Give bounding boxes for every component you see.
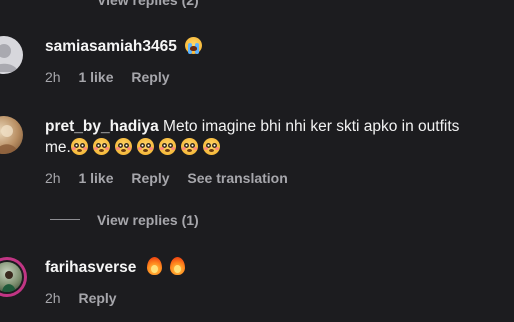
comment-meta: 2h Reply bbox=[45, 290, 131, 306]
flushed-face-icon bbox=[180, 138, 198, 155]
username[interactable]: samiasamiah3465 bbox=[45, 38, 177, 55]
fire-icon bbox=[169, 257, 185, 275]
username[interactable]: farihasverse bbox=[45, 259, 136, 276]
flushed-face-icon bbox=[70, 138, 88, 155]
likes-count[interactable]: 1 like bbox=[78, 69, 113, 85]
view-replies-button[interactable]: View replies (1) bbox=[97, 212, 199, 228]
comment-text: Meto imagine bhi nhi ker skti apko in ou… bbox=[163, 118, 460, 135]
comment-body: samiasamiah3465 bbox=[45, 35, 207, 59]
flushed-face-icon bbox=[202, 138, 220, 155]
default-avatar-icon bbox=[0, 44, 18, 72]
comment-meta: 2h 1 like Reply bbox=[45, 69, 184, 85]
flushed-face-icon bbox=[158, 138, 176, 155]
comment-body: farihasverse bbox=[45, 256, 193, 280]
username[interactable]: pret_by_hadiya bbox=[45, 118, 159, 135]
timestamp: 2h bbox=[45, 170, 61, 186]
reply-button[interactable]: Reply bbox=[131, 69, 169, 85]
replies-divider bbox=[50, 219, 80, 220]
comment-meta: 2h 1 like Reply See translation bbox=[45, 170, 302, 186]
view-replies-link-top[interactable]: View replies (2) bbox=[97, 0, 199, 8]
timestamp: 2h bbox=[45, 290, 61, 306]
avatar[interactable] bbox=[0, 36, 23, 74]
profile-photo-icon bbox=[0, 125, 19, 154]
flushed-face-icon bbox=[136, 138, 154, 155]
see-translation-button[interactable]: See translation bbox=[187, 170, 287, 186]
reply-button[interactable]: Reply bbox=[78, 290, 116, 306]
reply-button[interactable]: Reply bbox=[131, 170, 169, 186]
likes-count[interactable]: 1 like bbox=[78, 170, 113, 186]
timestamp: 2h bbox=[45, 69, 61, 85]
flushed-face-icon bbox=[114, 138, 132, 155]
comment-body-line2: me. bbox=[45, 136, 225, 160]
comment-text-continued: me. bbox=[45, 139, 71, 156]
loudly-crying-face-icon bbox=[185, 37, 203, 54]
flushed-face-icon bbox=[92, 138, 110, 155]
avatar[interactable] bbox=[0, 116, 23, 154]
profile-photo-icon bbox=[2, 271, 16, 292]
comments-panel: View replies (2) samiasamiah3465 2h 1 li… bbox=[0, 0, 514, 322]
avatar-with-story-ring[interactable] bbox=[0, 257, 27, 297]
fire-icon bbox=[146, 257, 162, 275]
